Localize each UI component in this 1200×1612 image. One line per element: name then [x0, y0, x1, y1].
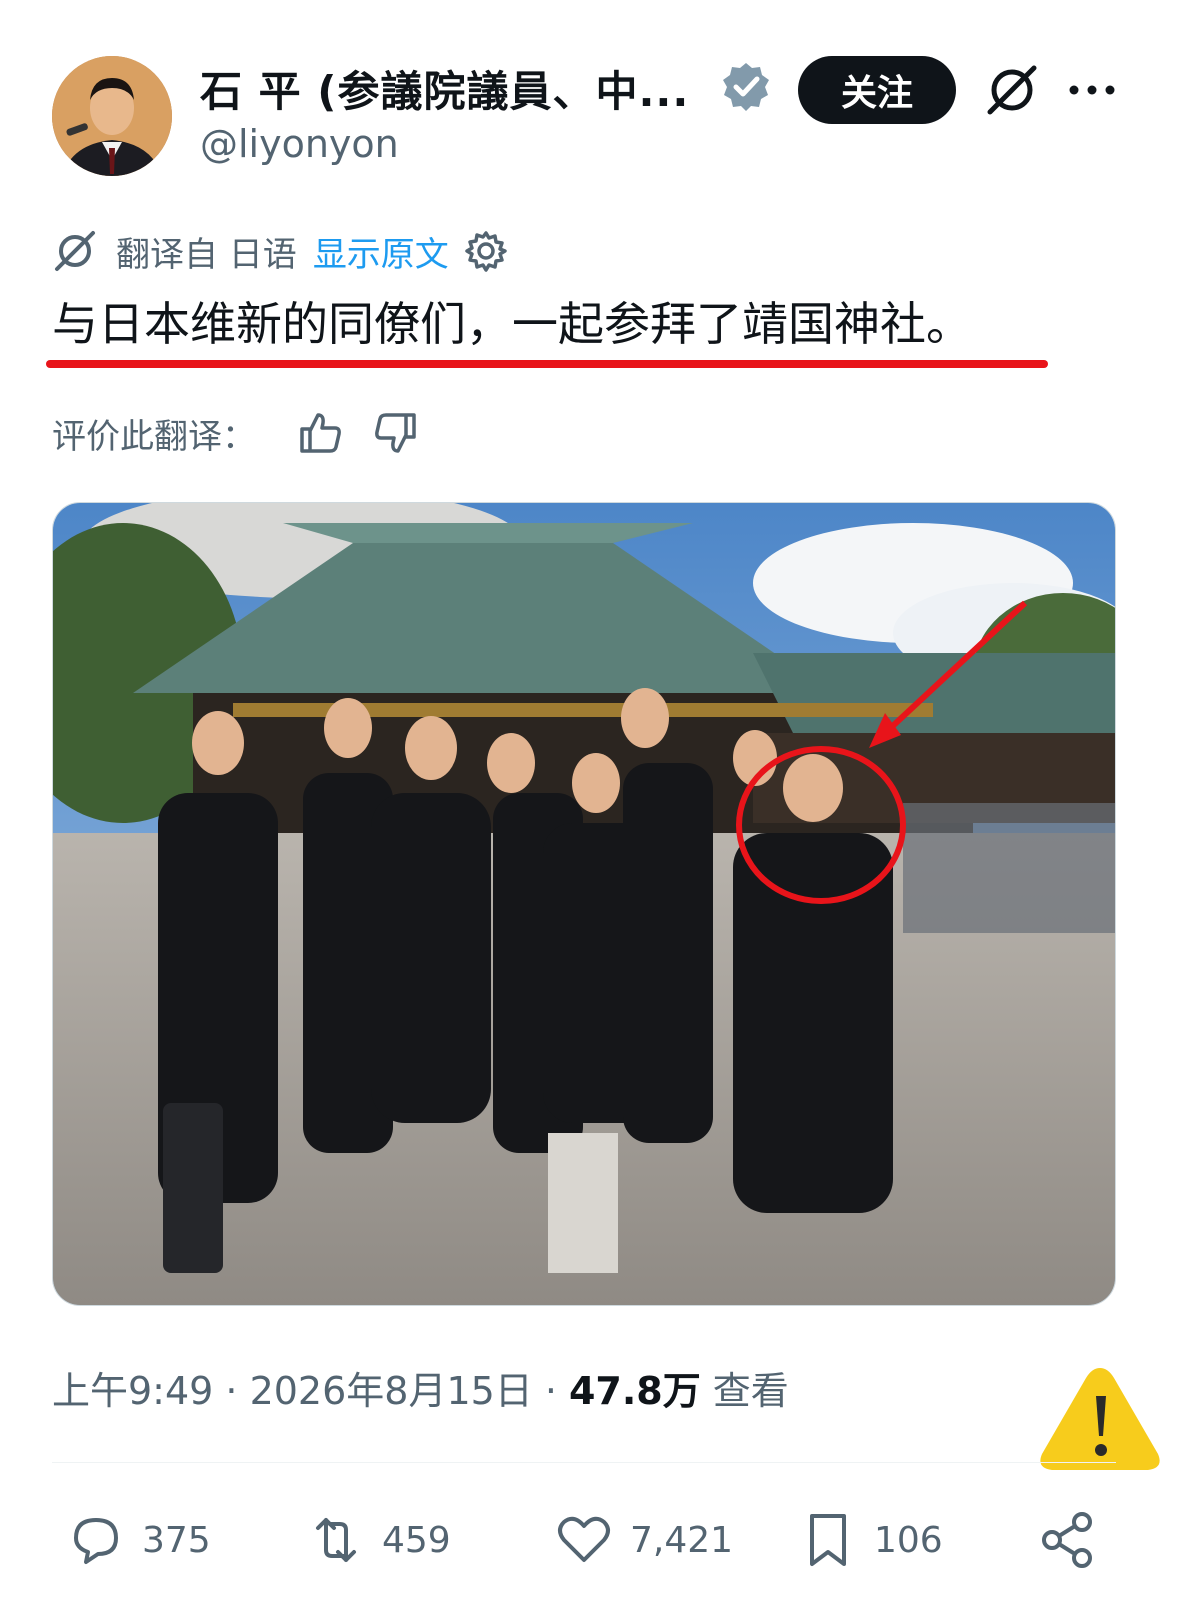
like-icon: [558, 1516, 610, 1562]
follow-button[interactable]: 关注: [798, 56, 956, 124]
share-button[interactable]: [1036, 1500, 1114, 1580]
translated-from-label: 翻译自 日语: [116, 234, 297, 275]
retweet-button[interactable]: 459: [304, 1500, 451, 1580]
gear-icon[interactable]: [465, 230, 507, 272]
thumbs-up-icon[interactable]: [296, 409, 344, 457]
verified-icon: [723, 63, 769, 111]
reply-button[interactable]: 375: [64, 1500, 211, 1580]
divider: [52, 1462, 1116, 1463]
rate-translation-label: 评价此翻译：: [52, 416, 256, 457]
translate-icon: [55, 231, 95, 271]
translation-info-row: 翻译自 日语 显示原文: [52, 226, 507, 276]
grok-icon[interactable]: [984, 62, 1040, 118]
timestamp[interactable]: 上午9:49 · 2026年8月15日 ·: [52, 1360, 557, 1415]
share-icon: [1042, 1512, 1092, 1568]
tweet-text: 与日本维新的同僚们，一起参拜了靖国神社。: [52, 297, 972, 351]
like-button[interactable]: 7,421: [552, 1500, 733, 1580]
reply-icon: [74, 1518, 118, 1564]
show-original-link[interactable]: 显示原文: [313, 227, 449, 276]
rate-translation-row: 评价此翻译：: [52, 408, 448, 458]
retweet-count: 459: [382, 1519, 451, 1561]
action-bar: 375 459 7,421 106: [0, 1500, 1200, 1580]
display-name[interactable]: 石 平 (参議院議員、中...: [200, 58, 689, 119]
retweet-icon: [316, 1518, 356, 1562]
reply-count: 375: [142, 1519, 211, 1561]
tweet-header: 石 平 (参議院議員、中... @liyonyon 关注: [0, 0, 1200, 190]
avatar[interactable]: [52, 56, 172, 176]
more-icon[interactable]: [1066, 72, 1118, 108]
bookmark-button[interactable]: 106: [796, 1500, 943, 1580]
bookmark-icon: [810, 1514, 846, 1566]
bookmark-count: 106: [874, 1519, 943, 1561]
tweet-photo[interactable]: [52, 502, 1116, 1306]
tweet-meta: 上午9:49 · 2026年8月15日 · 47.8万 查看: [52, 1360, 789, 1415]
like-count: 7,421: [630, 1519, 734, 1561]
red-underline-annotation: [46, 360, 1048, 368]
handle[interactable]: @liyonyon: [200, 122, 399, 166]
thumbs-down-icon[interactable]: [372, 409, 420, 457]
views-label: 查看: [712, 1369, 789, 1413]
warning-icon: [1040, 1368, 1160, 1470]
views-count: 47.8万: [568, 1369, 701, 1413]
